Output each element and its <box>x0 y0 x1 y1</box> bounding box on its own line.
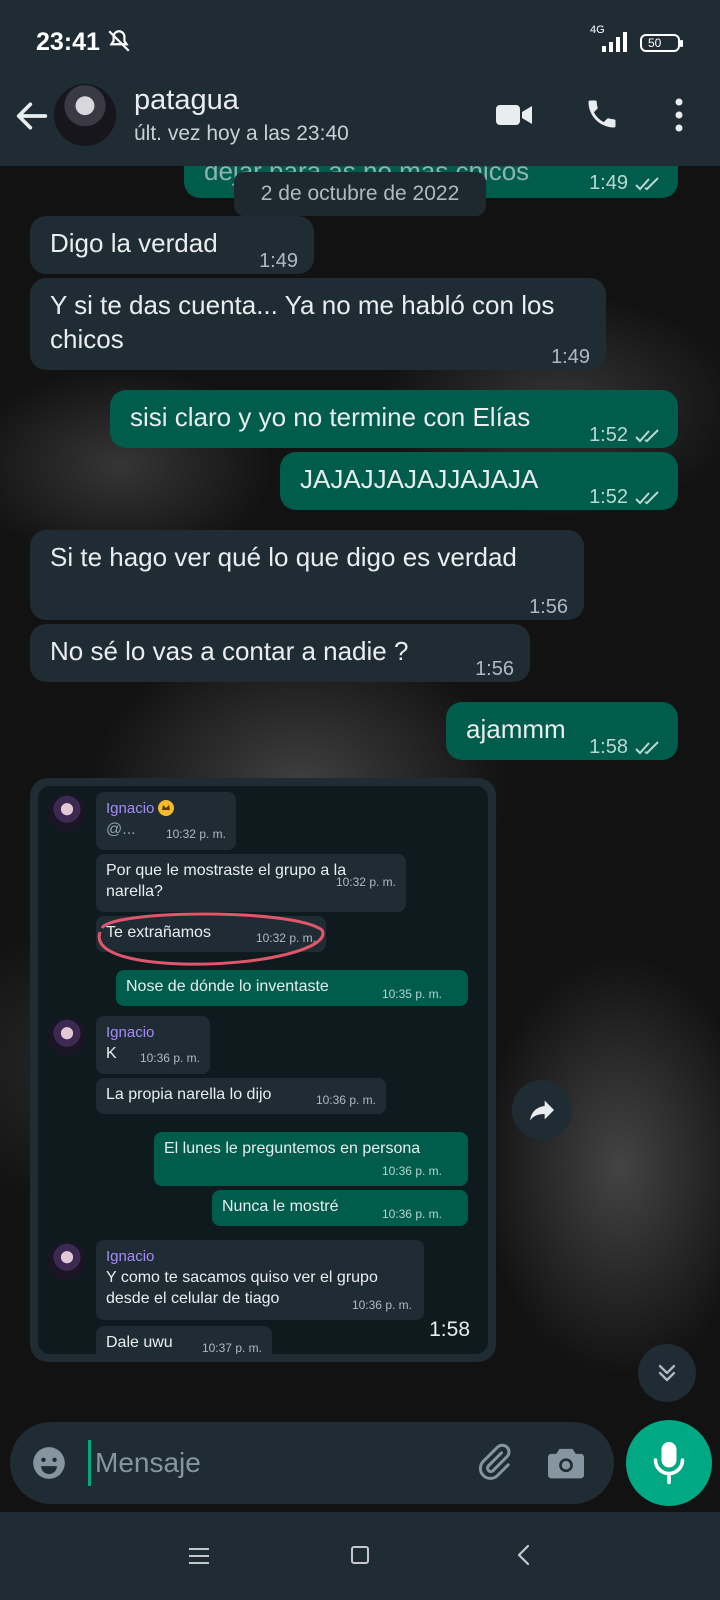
screenshot-message: Nose de dónde lo inventaste 10:35 p. m. <box>116 970 468 1006</box>
read-ticks-icon <box>635 177 659 191</box>
mute-icon <box>108 30 130 52</box>
video-call-icon[interactable] <box>494 100 534 130</box>
battery-indicator: 50 <box>640 34 683 52</box>
sender-name: Ignacio <box>106 798 226 819</box>
battery-level: 50 <box>648 36 662 50</box>
forward-button[interactable] <box>512 1080 572 1140</box>
message-in[interactable]: Si te hago ver qué lo que digo es verdad… <box>30 530 584 620</box>
status-time: 23:41 <box>36 28 100 56</box>
screenshot-image[interactable]: Ignacio @... 10:32 p. m. Por que le most… <box>38 786 488 1354</box>
message-time: 1:58 <box>589 730 662 764</box>
chat-area[interactable]: dejar para as no mas chicos 1:49 2 de oc… <box>0 166 720 1512</box>
message-text: Si te hago ver qué lo que digo es verdad <box>50 542 517 572</box>
message-text: Digo la verdad <box>50 228 218 258</box>
message-in[interactable]: Y si te das cuenta... Ya no me habló con… <box>30 278 606 370</box>
nav-back-icon[interactable] <box>516 1544 532 1566</box>
screenshot-message: El lunes le preguntemos en persona 10:36… <box>154 1132 468 1186</box>
image-message[interactable]: Ignacio @... 10:32 p. m. Por que le most… <box>30 778 496 1362</box>
message-time: 1:58 <box>429 1318 470 1341</box>
home-icon[interactable] <box>351 1546 369 1564</box>
message-time: 1:49 <box>589 166 662 200</box>
screenshot-message: Ignacio @... 10:32 p. m. <box>96 792 236 850</box>
contact-avatar[interactable] <box>54 84 116 146</box>
recent-apps-icon[interactable] <box>188 1546 210 1566</box>
mic-icon <box>653 1442 685 1485</box>
message-text: ajammm <box>466 714 566 744</box>
read-ticks-icon <box>635 429 659 443</box>
message-out[interactable]: JAJAJJAJAJJAJAJA 1:52 <box>280 452 678 510</box>
highlight-circle-mark <box>97 912 325 966</box>
status-bar: 23:41 4G 50 <box>0 0 720 82</box>
screenshot-message: Ignacio K 10:36 p. m. <box>96 1016 210 1074</box>
message-input[interactable] <box>88 1440 448 1486</box>
message-text: No sé lo vas a contar a nadie ? <box>50 636 409 666</box>
back-arrow-icon[interactable] <box>12 96 52 136</box>
sender-avatar <box>48 794 86 832</box>
camera-icon[interactable] <box>546 1444 586 1480</box>
signal-icon <box>602 32 627 52</box>
screenshot-message: Dale uwu 10:37 p. m. <box>96 1326 272 1354</box>
sender-name: Ignacio <box>106 1248 155 1265</box>
phone-icon[interactable] <box>584 96 620 132</box>
message-in[interactable]: No sé lo vas a contar a nadie ? 1:56 <box>30 624 530 682</box>
system-nav-bar <box>0 1512 720 1600</box>
voice-message-button[interactable] <box>626 1420 712 1506</box>
message-time: 1:49 <box>551 346 590 368</box>
emoji-icon[interactable] <box>30 1444 68 1482</box>
sender-avatar <box>48 1242 86 1280</box>
chat-header: patagua últ. vez hoy a las 23:40 <box>0 82 720 166</box>
message-out[interactable]: sisi claro y yo no termine con Elías 1:5… <box>110 390 678 448</box>
more-icon[interactable] <box>664 96 694 134</box>
forward-icon <box>530 1100 554 1121</box>
sender-name: Ignacio <box>106 1024 155 1041</box>
message-out[interactable]: ajammm 1:58 <box>446 702 678 760</box>
message-composer <box>10 1422 614 1504</box>
message-in[interactable]: Digo la verdad 1:49 <box>30 216 314 274</box>
date-separator: 2 de octubre de 2022 <box>234 172 486 216</box>
message-text: Y si te das cuenta... Ya no me habló con… <box>50 290 555 354</box>
sender-avatar <box>48 1018 86 1056</box>
chevron-down-icon <box>658 1364 676 1382</box>
screenshot-message: Por que le mostraste el grupo a la narel… <box>96 854 406 912</box>
message-time: 1:56 <box>529 596 568 618</box>
screenshot-message: Ignacio Y como te sacamos quiso ver el g… <box>96 1240 424 1320</box>
crown-icon <box>158 800 175 816</box>
read-ticks-icon <box>635 491 659 505</box>
screenshot-message: Nunca le mostré 10:36 p. m. <box>212 1190 468 1226</box>
message-time: 1:52 <box>589 480 662 514</box>
message-text: JAJAJJAJAJJAJAJA <box>300 464 539 494</box>
screenshot-message: La propia narella lo dijo 10:36 p. m. <box>96 1078 386 1114</box>
attach-icon[interactable] <box>474 1442 514 1482</box>
read-ticks-icon <box>635 741 659 755</box>
message-time: 1:52 <box>589 418 662 452</box>
scroll-down-button[interactable] <box>638 1344 696 1402</box>
message-time: 1:49 <box>259 250 298 272</box>
message-time: 1:56 <box>475 658 514 680</box>
last-seen-status[interactable]: últ. vez hoy a las 23:40 <box>134 122 349 146</box>
message-text: sisi claro y yo no termine con Elías <box>130 402 531 432</box>
contact-name[interactable]: patagua <box>134 84 239 117</box>
